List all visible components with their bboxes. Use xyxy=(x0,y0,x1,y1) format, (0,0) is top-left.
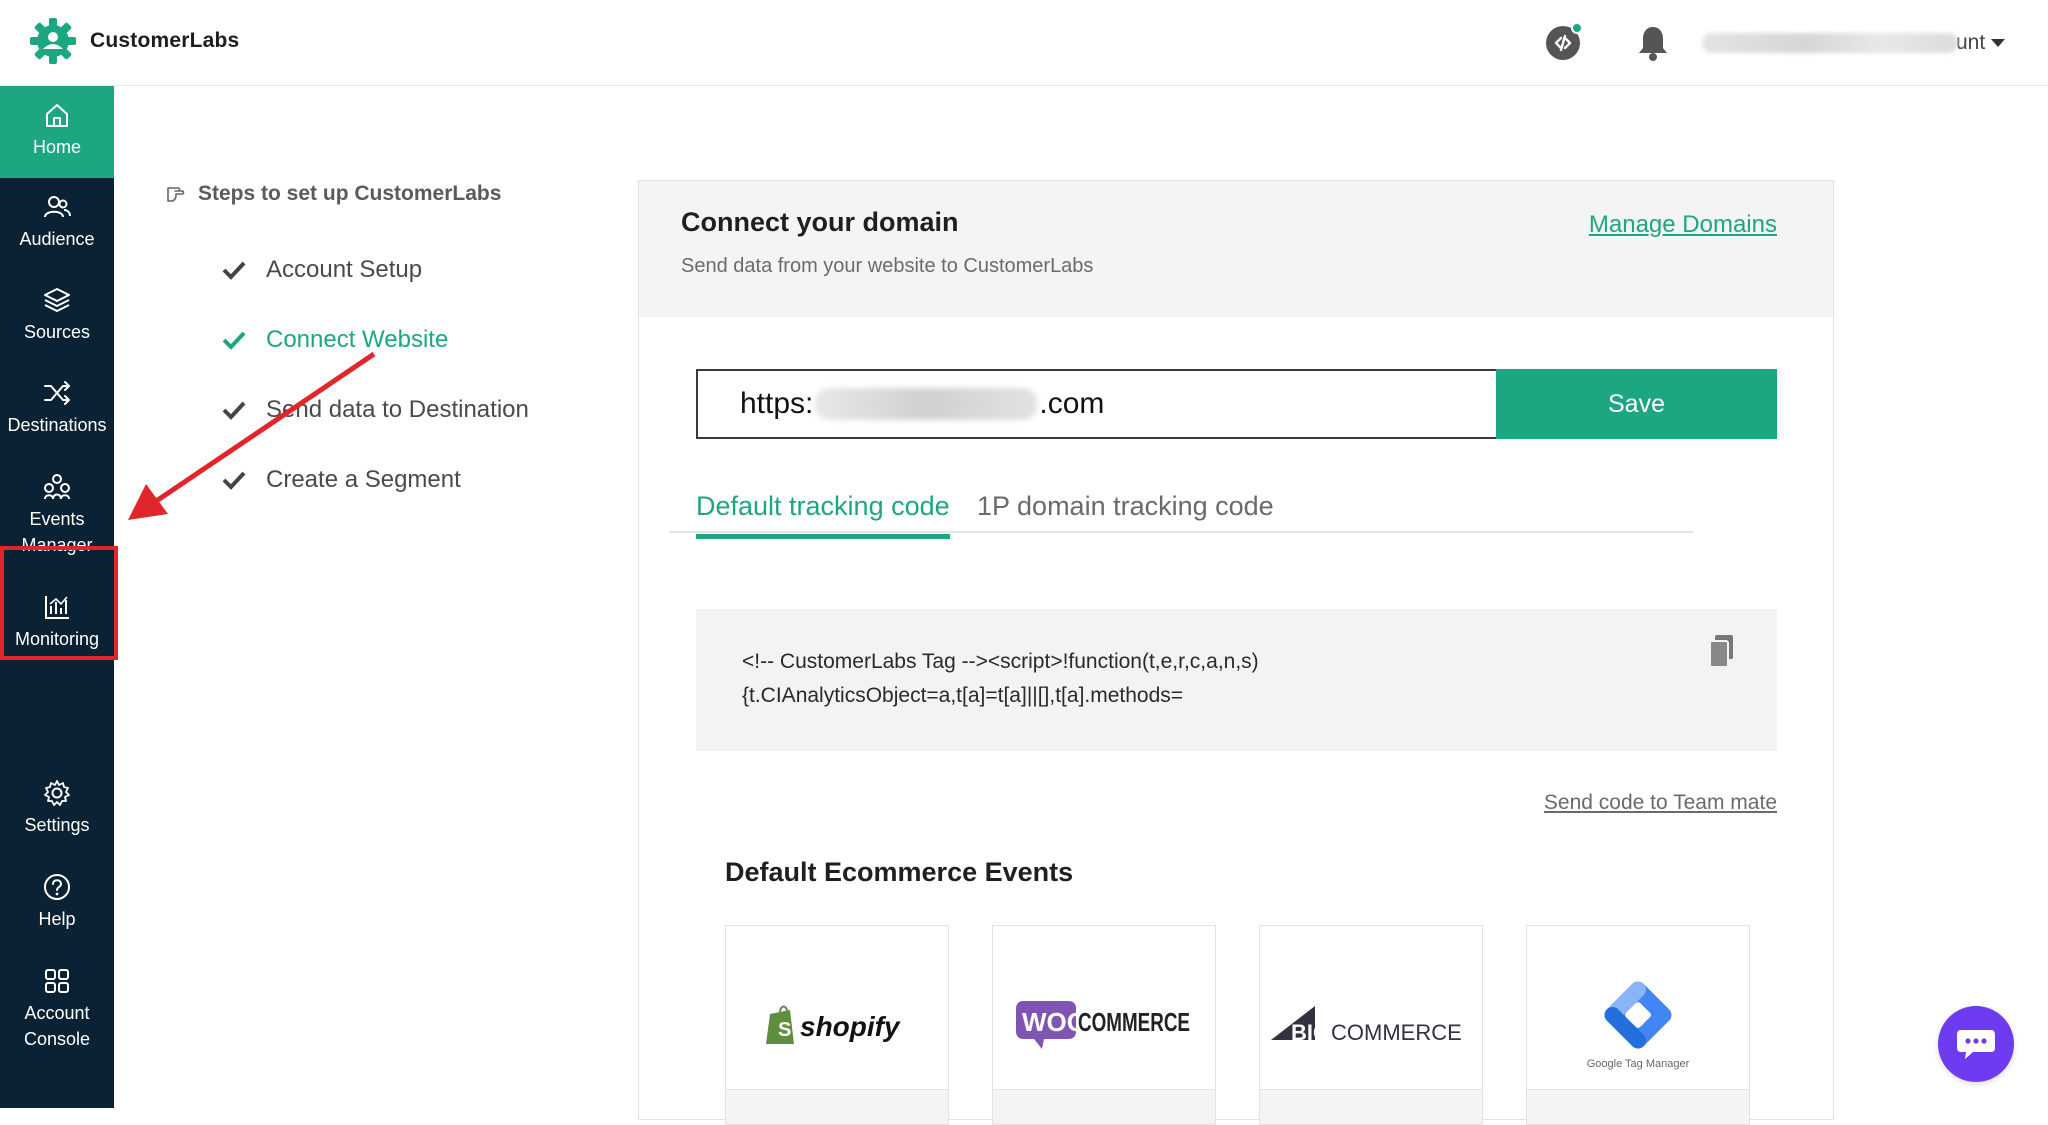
tab-1p-domain-tracking-code[interactable]: 1P domain tracking code xyxy=(977,491,1274,534)
manage-domains-link[interactable]: Manage Domains xyxy=(1589,211,1777,239)
tile-footer xyxy=(1526,1089,1750,1125)
shuffle-icon xyxy=(44,381,70,405)
bigcommerce-big: BIG xyxy=(1291,1020,1330,1045)
sidebar-item-home[interactable]: Home xyxy=(0,86,114,178)
steps-title: Steps to set up CustomerLabs xyxy=(164,182,501,206)
sidebar-item-account-console[interactable]: Account Console xyxy=(0,966,114,1052)
gtm-wordmark: Google Tag Manager xyxy=(1587,1058,1690,1070)
chevron-down-icon xyxy=(1991,39,2006,47)
sidebar-item-help[interactable]: Help xyxy=(0,872,114,932)
bigcommerce-commerce: COMMERCE xyxy=(1331,1020,1462,1045)
sidebar-item-label: Help xyxy=(38,909,76,929)
url-suffix: .com xyxy=(1039,387,1105,420)
steps-title-text: Steps to set up CustomerLabs xyxy=(198,182,502,205)
step-account-setup[interactable]: Account Setup xyxy=(222,256,422,284)
notification-bell-icon[interactable] xyxy=(1636,24,1670,62)
code-line: {t.CIAnalyticsObject=a,t[a]=t[a]||[],t[a… xyxy=(742,684,1184,707)
app-logo[interactable]: CustomerLabs xyxy=(28,16,239,66)
sidebar-item-label: Monitoring xyxy=(14,629,100,649)
tracking-code-box[interactable]: <!-- CustomerLabs Tag --><script>!functi… xyxy=(696,609,1777,751)
grid-icon xyxy=(45,969,69,993)
events-icon xyxy=(44,474,70,500)
app-name: CustomerLabs xyxy=(90,29,240,52)
sidebar-item-label-line2: Console xyxy=(23,1029,91,1049)
tracking-code-tabs: Default tracking code 1P domain tracking… xyxy=(669,491,1693,539)
pointing-hand-icon xyxy=(167,187,185,202)
sidebar: Home Audience Sources Destinations Event… xyxy=(0,86,118,1108)
sidebar-item-label: Settings xyxy=(24,815,90,835)
url-redacted xyxy=(815,388,1038,420)
sidebar-item-audience[interactable]: Audience xyxy=(0,192,114,252)
tile-footer xyxy=(1259,1089,1483,1125)
tile-footer xyxy=(725,1089,949,1125)
card-subtitle: Send data from your website to CustomerL… xyxy=(681,255,1094,277)
top-bar: CustomerLabs unt xyxy=(0,0,2048,86)
help-icon xyxy=(44,874,70,900)
check-icon xyxy=(222,261,246,280)
sidebar-item-sources[interactable]: Sources xyxy=(0,285,114,345)
svg-text:S: S xyxy=(778,1019,791,1041)
sidebar-item-label-line1: Account xyxy=(24,1003,90,1023)
code-snippet-icon[interactable] xyxy=(1544,22,1584,62)
account-menu[interactable]: unt xyxy=(1702,28,2008,58)
step-label: Account Setup xyxy=(266,256,423,283)
send-code-to-teammate-link[interactable]: Send code to Team mate xyxy=(1544,791,1777,815)
platform-tile-woocommerce[interactable]: WOO COMMERCE xyxy=(992,925,1216,1125)
sidebar-item-monitoring[interactable]: Monitoring xyxy=(0,592,114,652)
url-prefix: https: xyxy=(740,387,814,420)
sidebar-item-label: Destinations xyxy=(7,415,107,435)
woocommerce-commerce: COMMERCE xyxy=(1078,1007,1190,1037)
sidebar-item-label: Home xyxy=(32,137,81,157)
logo-gear-icon xyxy=(30,18,76,64)
card-header: Connect your domain Send data from your … xyxy=(639,181,1833,317)
domain-url-input[interactable]: https: .com xyxy=(696,369,1496,439)
ecommerce-events-title: Default Ecommerce Events xyxy=(725,857,1074,887)
account-name-redacted xyxy=(1702,33,1958,53)
shopify-wordmark: shopify xyxy=(800,1011,901,1042)
sidebar-item-label: Sources xyxy=(23,322,91,342)
platform-tile-bigcommerce[interactable]: BIG COMMERCE xyxy=(1259,925,1483,1125)
code-line: <!-- CustomerLabs Tag --><script>!functi… xyxy=(742,650,1259,673)
chat-bubble-icon xyxy=(1957,1030,1995,1059)
card-title: Connect your domain xyxy=(681,207,959,237)
chart-icon xyxy=(45,596,69,619)
layers-icon xyxy=(44,288,70,312)
platform-tile-shopify[interactable]: S shopify xyxy=(725,925,949,1125)
connect-domain-card: Connect your domain Send data from your … xyxy=(638,180,1834,1125)
sidebar-item-settings[interactable]: Settings xyxy=(0,778,114,838)
google-tag-manager-logo-icon: Google Tag Manager xyxy=(1587,981,1690,1070)
annotation-arrow xyxy=(128,351,376,520)
gear-icon xyxy=(44,780,70,806)
platform-tile-google-tag-manager[interactable]: Google Tag Manager xyxy=(1526,925,1750,1125)
account-name: unt xyxy=(1956,31,1986,54)
copy-icon[interactable] xyxy=(1707,633,1737,669)
shopify-logo-icon: S shopify xyxy=(766,1005,901,1044)
home-icon xyxy=(46,104,68,127)
sidebar-item-destinations[interactable]: Destinations xyxy=(0,378,114,438)
sidebar-item-label-line1: Events xyxy=(29,509,85,529)
sidebar-item-label: Audience xyxy=(19,229,95,249)
tile-footer xyxy=(992,1089,1216,1125)
tracking-code-text: <!-- CustomerLabs Tag --><script>!functi… xyxy=(742,645,1259,713)
tab-default-tracking-code[interactable]: Default tracking code xyxy=(696,491,950,539)
chat-launcher-button[interactable] xyxy=(1938,1006,2014,1082)
woocommerce-logo-icon: WOO COMMERCE xyxy=(1016,1001,1190,1049)
audience-icon xyxy=(44,196,71,218)
bigcommerce-logo-icon: BIG COMMERCE xyxy=(1271,1006,1462,1045)
save-button[interactable]: Save xyxy=(1496,369,1777,439)
